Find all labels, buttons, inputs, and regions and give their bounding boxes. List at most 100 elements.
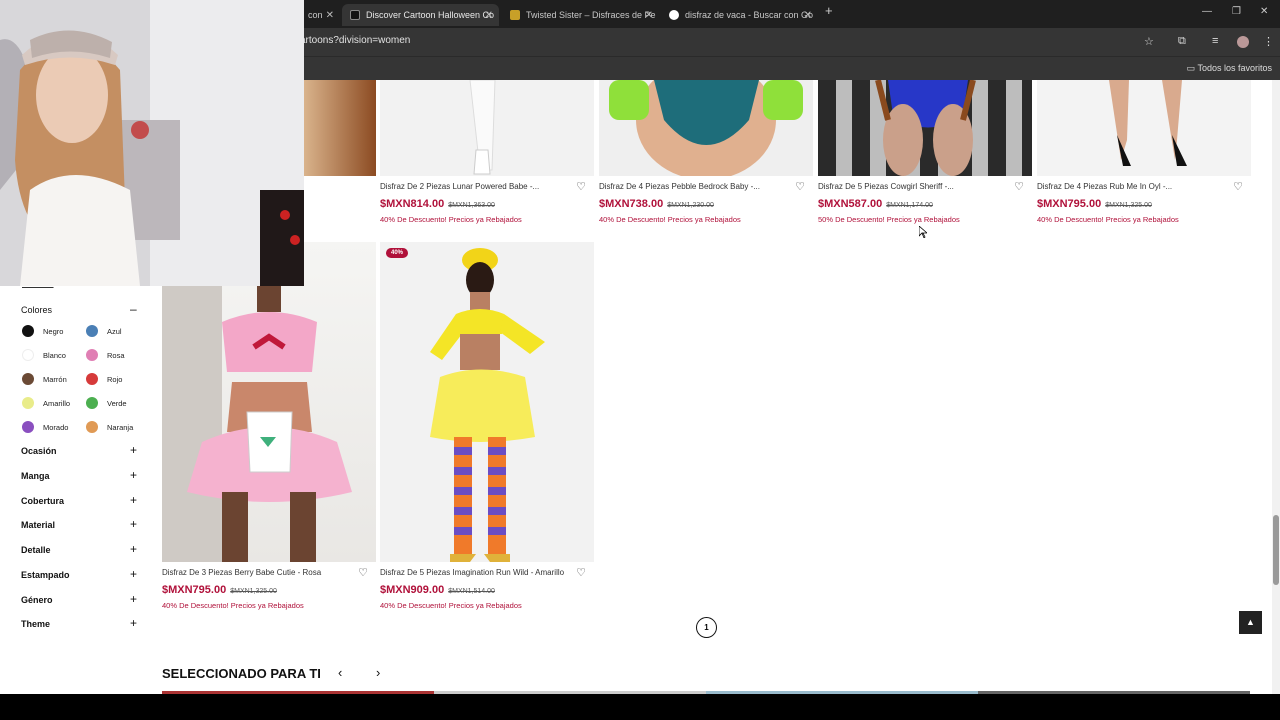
- product-card[interactable]: Disfraz De 3 Piezas Berry Babe Cutie - R…: [162, 242, 376, 610]
- expand-icon[interactable]: +: [130, 592, 137, 606]
- product-card[interactable]: Disfraz De 5 Piezas Cowgirl Sheriff -...…: [818, 80, 1032, 224]
- restore-icon[interactable]: ❐: [1232, 6, 1241, 17]
- scrollbar[interactable]: [1272, 80, 1280, 694]
- product-card[interactable]: Disfraz De 4 Piezas Rub Me In Oyl -... ♡…: [1037, 80, 1251, 224]
- filter-manga[interactable]: Manga: [21, 471, 50, 481]
- color-swatch-azul[interactable]: Azul: [86, 325, 122, 337]
- product-old-price: $MXN1,325.00: [230, 588, 277, 595]
- tab-4[interactable]: disfraz de vaca - Buscar con Go ✕: [661, 4, 818, 26]
- heart-icon[interactable]: ♡: [358, 566, 368, 579]
- product-image[interactable]: [818, 80, 1032, 176]
- expand-icon[interactable]: +: [130, 616, 137, 630]
- product-image[interactable]: [380, 80, 594, 176]
- media-icon[interactable]: ≡: [1212, 35, 1218, 47]
- chevron-right-icon[interactable]: ›: [376, 665, 380, 680]
- new-tab-button[interactable]: +: [825, 3, 833, 18]
- star-icon[interactable]: ☆: [1144, 35, 1154, 48]
- product-name[interactable]: Disfraz De 5 Piezas Imagination Run Wild…: [380, 568, 570, 577]
- product-image[interactable]: [1037, 80, 1251, 176]
- product-name[interactable]: Disfraz De 4 Piezas Rub Me In Oyl -...: [1037, 182, 1207, 191]
- minimize-icon[interactable]: —: [1202, 6, 1212, 17]
- all-bookmarks[interactable]: ▭ Todos los favoritos: [1187, 63, 1272, 74]
- tab-2[interactable]: Discover Cartoon Halloween Co ✕: [342, 4, 499, 26]
- product-image[interactable]: [599, 80, 813, 176]
- product-old-price: $MXN1,325.00: [1105, 202, 1152, 209]
- swatch-label: Blanco: [43, 350, 66, 360]
- close-icon[interactable]: ✕: [326, 10, 334, 21]
- tab-1[interactable]: con ✕: [300, 4, 340, 26]
- tab-label: con: [308, 10, 323, 20]
- product-photo: [1109, 80, 1187, 166]
- color-swatch-morado[interactable]: Morado: [22, 421, 68, 433]
- tab-label: Discover Cartoon Halloween Co: [366, 10, 495, 20]
- close-icon[interactable]: ✕: [645, 10, 653, 21]
- url-field[interactable]: artoons?division=women: [300, 35, 410, 46]
- color-dot: [86, 397, 98, 409]
- scroll-to-top-button[interactable]: ▲: [1239, 611, 1262, 634]
- expand-icon[interactable]: +: [130, 468, 137, 482]
- chevron-left-icon[interactable]: ‹: [338, 665, 342, 680]
- product-image[interactable]: 40%: [380, 242, 594, 562]
- filter-genero[interactable]: Género: [21, 595, 53, 605]
- product-price: $MXN814.00: [380, 198, 445, 210]
- color-swatch-rosa[interactable]: Rosa: [86, 349, 125, 361]
- color-dot: [86, 373, 98, 385]
- product-image[interactable]: [162, 242, 376, 562]
- heart-icon[interactable]: ♡: [576, 566, 586, 579]
- color-swatch-marron[interactable]: Marrón: [22, 373, 67, 385]
- filter-estampado[interactable]: Estampado: [21, 570, 70, 580]
- menu-icon[interactable]: ⋮: [1263, 35, 1274, 48]
- expand-icon[interactable]: +: [130, 567, 137, 581]
- heart-icon[interactable]: ♡: [1014, 180, 1024, 193]
- color-swatch-blanco[interactable]: Blanco: [22, 349, 66, 361]
- color-swatch-verde[interactable]: Verde: [86, 397, 127, 409]
- color-swatch-amarillo[interactable]: Amarillo: [22, 397, 70, 409]
- heart-icon[interactable]: ♡: [1233, 180, 1243, 193]
- filter-theme[interactable]: Theme: [21, 619, 50, 629]
- expand-icon[interactable]: +: [130, 493, 137, 507]
- product-promo: 40% De Descuento! Precios ya Rebajados: [380, 601, 522, 610]
- expand-icon[interactable]: +: [130, 443, 137, 457]
- tab-3[interactable]: Twisted Sister – Disfraces de Pe ✕: [502, 4, 659, 26]
- product-card[interactable]: 40% Disfraz De 5 Piezas Imagination Run …: [380, 242, 594, 610]
- color-swatch-negro[interactable]: Negro: [22, 325, 63, 337]
- product-photo: [875, 80, 976, 176]
- product-card[interactable]: Disfraz De 4 Piezas Pebble Bedrock Baby …: [599, 80, 813, 224]
- product-name[interactable]: Disfraz De 2 Piezas Lunar Powered Babe -…: [380, 182, 550, 191]
- color-dot: [22, 325, 34, 337]
- swatch-label: Morado: [43, 422, 69, 432]
- product-price: $MXN795.00: [1037, 198, 1102, 210]
- scrollbar-thumb[interactable]: [1273, 515, 1279, 585]
- heart-icon[interactable]: ♡: [795, 180, 805, 193]
- close-icon[interactable]: ✕: [485, 10, 493, 21]
- product-photo: [430, 248, 545, 562]
- heart-icon[interactable]: ♡: [576, 180, 586, 193]
- favicon-icon: [350, 10, 360, 20]
- filter-detalle[interactable]: Detalle: [21, 545, 51, 555]
- filter-ocasion[interactable]: Ocasión: [21, 446, 57, 456]
- color-dot: [22, 349, 34, 361]
- filter-cobertura[interactable]: Cobertura: [21, 496, 64, 506]
- extensions-icon[interactable]: ⧉: [1178, 35, 1186, 48]
- product-name[interactable]: Disfraz De 5 Piezas Cowgirl Sheriff -...: [818, 182, 988, 191]
- avatar[interactable]: [1237, 36, 1249, 48]
- colors-filter-title[interactable]: Colores: [21, 305, 52, 315]
- tab-label: Twisted Sister – Disfraces de Pe: [526, 10, 656, 20]
- swatch-label: Marrón: [43, 374, 67, 384]
- color-dot: [22, 397, 34, 409]
- expand-icon[interactable]: +: [130, 517, 137, 531]
- product-promo: 40% De Descuento! Precios ya Rebajados: [162, 601, 304, 610]
- close-icon[interactable]: ✕: [804, 10, 812, 21]
- collapse-icon[interactable]: –: [130, 302, 137, 316]
- expand-icon[interactable]: +: [130, 542, 137, 556]
- product-card[interactable]: Disfraz De 2 Piezas Lunar Powered Babe -…: [380, 80, 594, 224]
- product-name[interactable]: Disfraz De 4 Piezas Pebble Bedrock Baby …: [599, 182, 769, 191]
- product-price: $MXN738.00: [599, 198, 664, 210]
- filter-material[interactable]: Material: [21, 520, 55, 530]
- close-window-icon[interactable]: ✕: [1260, 6, 1268, 17]
- pagination-page[interactable]: 1: [696, 617, 717, 638]
- google-icon: [669, 10, 679, 20]
- product-name[interactable]: Disfraz De 3 Piezas Berry Babe Cutie - R…: [162, 568, 332, 577]
- color-swatch-naranja[interactable]: Naranja: [86, 421, 133, 433]
- color-swatch-rojo[interactable]: Rojo: [86, 373, 122, 385]
